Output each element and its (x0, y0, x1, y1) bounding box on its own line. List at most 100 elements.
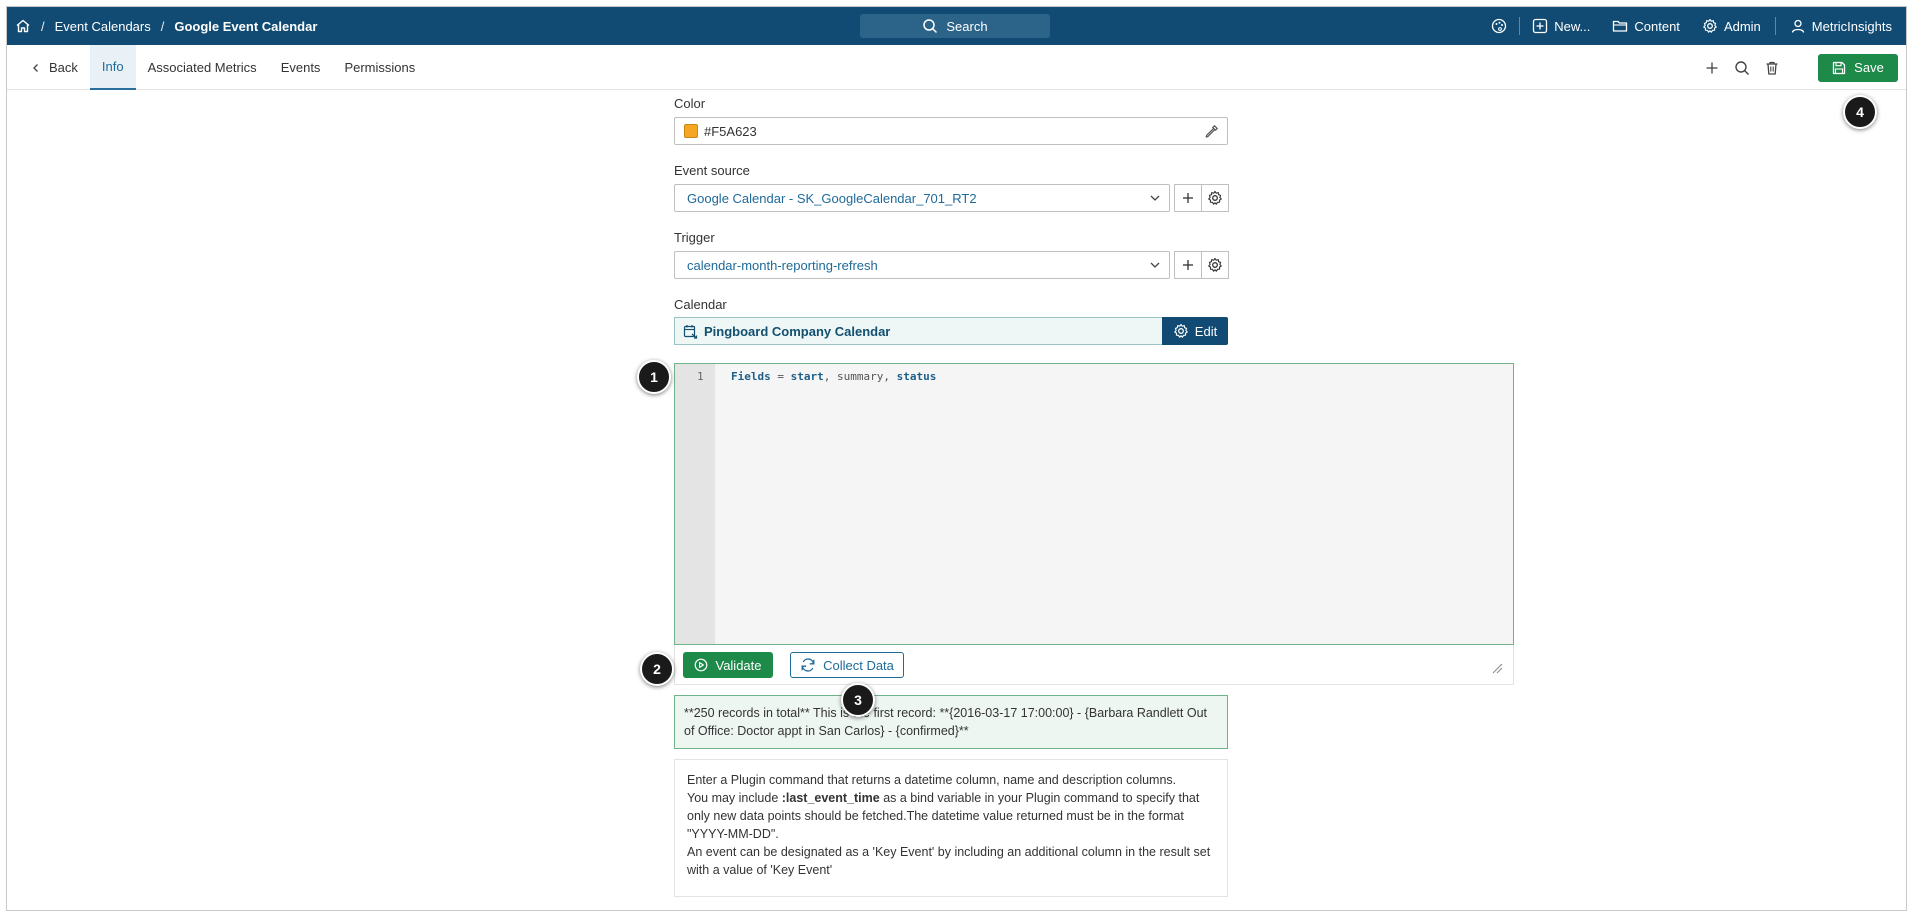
editor-actions: Validate Collect Data (674, 645, 1514, 685)
collect-data-button[interactable]: Collect Data (790, 652, 904, 678)
step-badge-4: 4 (1843, 95, 1877, 129)
help-line: Enter a Plugin command that returns a da… (687, 773, 1177, 787)
search-label: Search (946, 18, 988, 34)
add-event-source-button[interactable] (1174, 184, 1202, 212)
header-actions: New... Content Admin MetricInsights (1491, 7, 1892, 45)
edit-label: Edit (1194, 323, 1218, 339)
add-icon[interactable] (1704, 60, 1720, 76)
chevron-down-icon (1149, 193, 1161, 203)
gear-icon (1173, 323, 1189, 339)
play-circle-icon (694, 658, 708, 672)
content-label: Content (1634, 18, 1680, 34)
line-number: 1 (697, 370, 704, 383)
color-field[interactable]: #F5A623 (674, 117, 1228, 145)
new-button[interactable]: New... (1532, 18, 1590, 34)
search-button[interactable]: Search (860, 14, 1050, 38)
help-text-segment: You may include (687, 791, 782, 805)
plus-icon (1181, 258, 1195, 272)
content-button[interactable]: Content (1612, 18, 1680, 34)
back-label: Back (49, 60, 78, 75)
add-trigger-button[interactable] (1174, 251, 1202, 279)
color-swatch (684, 124, 698, 138)
step-badge-3: 3 (841, 683, 875, 717)
editor-gutter (675, 364, 715, 644)
trigger-value: calendar-month-reporting-refresh (687, 257, 878, 273)
toolbar-right: Save (1704, 45, 1898, 90)
event-source-settings-button[interactable] (1201, 184, 1229, 212)
user-label: MetricInsights (1811, 18, 1892, 34)
back-button[interactable]: Back (23, 45, 90, 90)
code-line: Fields = start, summary, status (731, 370, 936, 383)
gear-icon (1207, 257, 1223, 273)
plus-icon (1181, 191, 1195, 205)
color-value: #F5A623 (704, 123, 757, 139)
help-line: An event can be designated as a 'Key Eve… (687, 845, 1211, 877)
code-token: Fields (731, 370, 771, 383)
step-badge-2: 2 (640, 652, 674, 686)
tab-permissions[interactable]: Permissions (332, 45, 427, 90)
tab-associated-metrics[interactable]: Associated Metrics (136, 45, 269, 90)
chevron-left-icon (31, 63, 41, 73)
admin-button[interactable]: Admin (1702, 18, 1761, 34)
save-label: Save (1854, 60, 1884, 75)
breadcrumb-event-calendars[interactable]: Event Calendars (55, 19, 151, 34)
plus-square-icon (1532, 18, 1548, 34)
tab-list: Back Info Associated Metrics Events Perm… (23, 45, 427, 90)
tab-events[interactable]: Events (269, 45, 333, 90)
validation-result: **250 records in total** This is the fir… (674, 695, 1228, 749)
trash-icon[interactable] (1764, 60, 1780, 76)
breadcrumb-separator: / (41, 18, 45, 34)
calendar-value: Pingboard Company Calendar (704, 323, 891, 339)
palette-button[interactable] (1491, 18, 1507, 34)
code-token: start (790, 370, 824, 383)
eyedropper-icon[interactable] (1204, 124, 1219, 139)
step-badge-1: 1 (637, 360, 671, 394)
calendar-field[interactable]: Pingboard Company Calendar (674, 317, 1162, 345)
admin-label: Admin (1723, 18, 1761, 34)
search-icon (922, 18, 938, 34)
user-icon (1790, 18, 1806, 34)
event-source-label: Event source (674, 163, 750, 178)
validate-button[interactable]: Validate (683, 652, 773, 678)
event-source-select[interactable]: Google Calendar - SK_GoogleCalendar_701_… (674, 184, 1170, 212)
code-token: = (770, 370, 791, 383)
top-header: / Event Calendars / Google Event Calenda… (7, 7, 1906, 45)
calendar-link-icon (683, 324, 698, 339)
code-token: , (823, 370, 837, 383)
folder-icon (1612, 18, 1628, 34)
trigger-select[interactable]: calendar-month-reporting-refresh (674, 251, 1170, 279)
trigger-label: Trigger (674, 230, 715, 245)
refresh-icon (800, 657, 816, 673)
breadcrumb-separator: / (160, 18, 165, 34)
plugin-command-editor[interactable]: 1 Fields = start, summary, status (674, 363, 1514, 645)
bind-variable: :last_event_time (781, 791, 880, 805)
user-menu[interactable]: MetricInsights (1790, 18, 1892, 34)
chevron-down-icon (1149, 260, 1161, 270)
home-icon[interactable] (15, 18, 31, 34)
help-text: Enter a Plugin command that returns a da… (674, 759, 1228, 897)
search-icon[interactable] (1734, 60, 1750, 76)
collect-data-label: Collect Data (823, 657, 894, 673)
event-source-value: Google Calendar - SK_GoogleCalendar_701_… (687, 190, 977, 206)
header-divider (1774, 17, 1776, 35)
tab-bar: Back Info Associated Metrics Events Perm… (7, 45, 1906, 90)
palette-icon (1491, 18, 1507, 34)
gear-icon (1702, 18, 1718, 34)
help-line: You may include :last_event_time as a bi… (687, 789, 1215, 843)
save-icon (1832, 61, 1846, 75)
code-token: status (896, 370, 937, 383)
tab-info[interactable]: Info (89, 45, 136, 90)
breadcrumb: / Event Calendars / Google Event Calenda… (15, 7, 317, 45)
save-button[interactable]: Save (1818, 53, 1898, 82)
code-token: summary (837, 370, 884, 383)
app-window: / Event Calendars / Google Event Calenda… (6, 6, 1907, 911)
edit-calendar-button[interactable]: Edit (1162, 317, 1228, 345)
color-label: Color (674, 96, 706, 111)
resize-handle-icon[interactable] (1491, 662, 1503, 674)
gear-icon (1207, 190, 1223, 206)
breadcrumb-current: Google Event Calendar (174, 18, 318, 34)
calendar-label: Calendar (674, 297, 727, 312)
new-label: New... (1554, 18, 1591, 34)
code-token: , (883, 370, 897, 383)
trigger-settings-button[interactable] (1201, 251, 1229, 279)
